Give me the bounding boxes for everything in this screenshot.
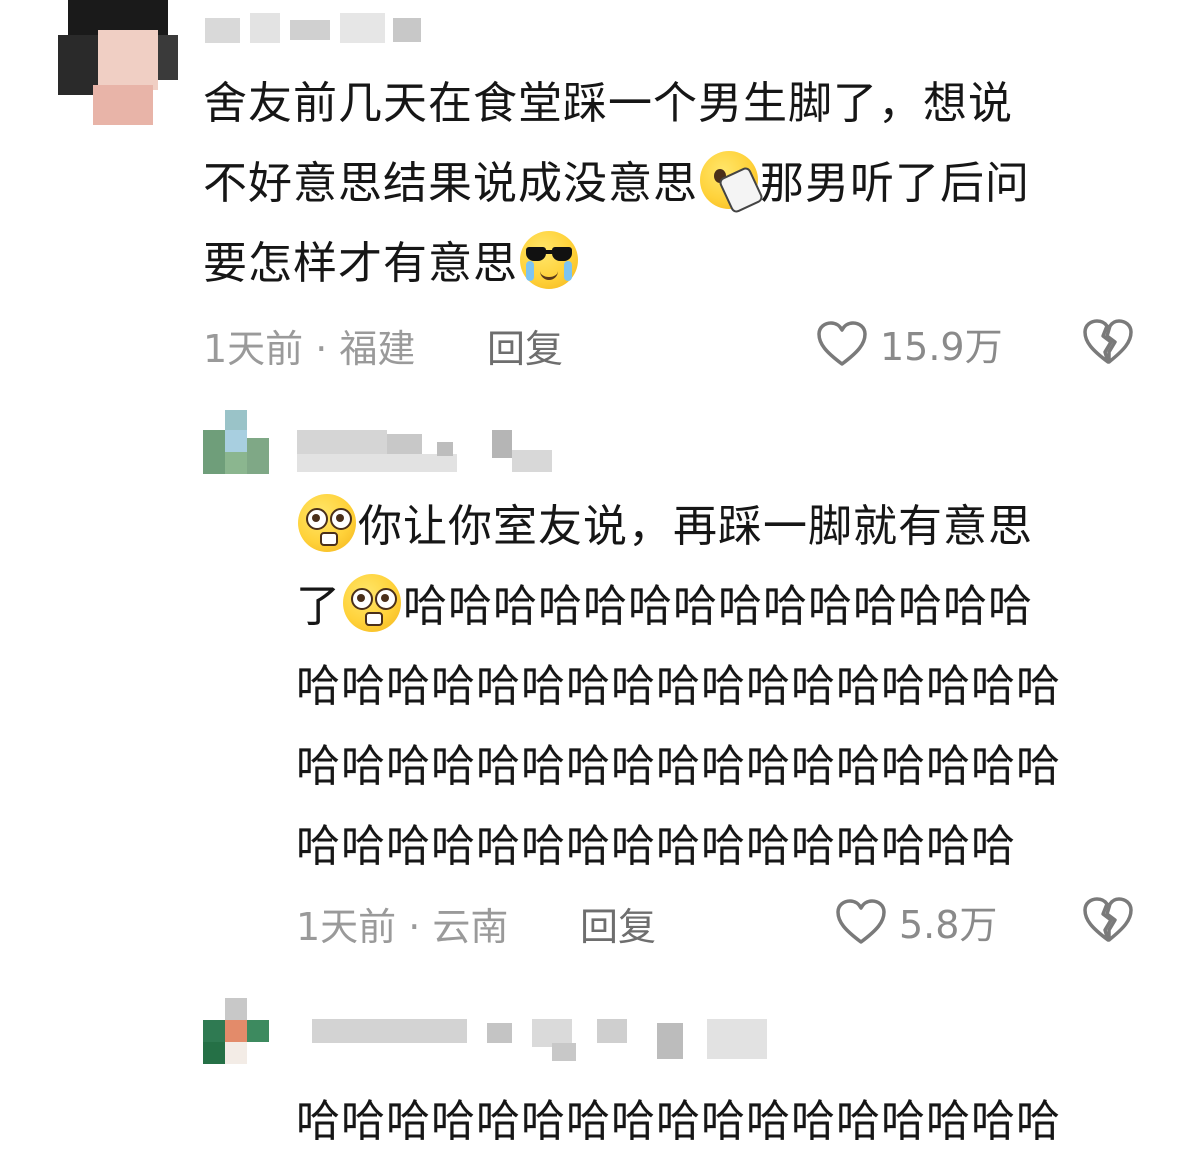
comment-text-line-5: 哈哈哈哈哈哈哈哈哈哈哈哈哈哈哈哈	[296, 821, 1016, 872]
heart-outline-icon	[817, 320, 867, 366]
time-location: 1天前 · 云南	[296, 905, 509, 949]
heart-outline-icon	[836, 898, 886, 944]
comment-text-line-1: 舍友前几天在食堂踩一个男生脚了，想说	[203, 78, 1013, 129]
pleading-emoji-icon	[343, 574, 401, 632]
broken-heart-icon[interactable]	[1082, 896, 1134, 944]
comment-text-line-2: 不好意思结果说成没意思 那男听了后问	[203, 144, 1030, 224]
facepalm-emoji-icon	[700, 151, 765, 215]
comment-text-line-3: 要怎样才有意思	[203, 224, 580, 304]
comment-text-line-3: 哈哈哈哈哈哈哈哈哈哈哈哈哈哈哈哈哈	[296, 661, 1061, 712]
time-location: 1天前 · 福建	[203, 327, 416, 371]
broken-heart-icon[interactable]	[1082, 318, 1134, 366]
comment-text-line-4: 哈哈哈哈哈哈哈哈哈哈哈哈哈哈哈哈哈	[296, 741, 1061, 792]
avatar[interactable]	[58, 0, 178, 125]
reply-button[interactable]: 回复	[487, 318, 563, 373]
like-count: 15.9万	[880, 325, 1003, 369]
username[interactable]	[297, 428, 557, 472]
comment-text-line-1: 哈哈哈哈哈哈哈哈哈哈哈哈哈哈哈哈哈	[296, 1096, 1061, 1147]
like-count: 5.8万	[899, 903, 998, 947]
avatar[interactable]	[203, 998, 269, 1064]
reply-button[interactable]: 回复	[580, 896, 656, 951]
sunglasses-crying-emoji-icon	[520, 231, 578, 289]
comment-text-line-2: 了 哈哈哈哈哈哈哈哈哈哈哈哈哈哈	[296, 567, 1033, 647]
username[interactable]	[205, 8, 425, 48]
like-button[interactable]: 5.8万	[835, 894, 997, 949]
avatar[interactable]	[203, 410, 269, 474]
username[interactable]	[312, 1015, 772, 1065]
like-button[interactable]: 15.9万	[816, 316, 1003, 371]
pleading-emoji-icon	[298, 494, 356, 552]
comment-text-line-1: 你让你室友说，再踩一脚就有意思	[296, 487, 1033, 567]
